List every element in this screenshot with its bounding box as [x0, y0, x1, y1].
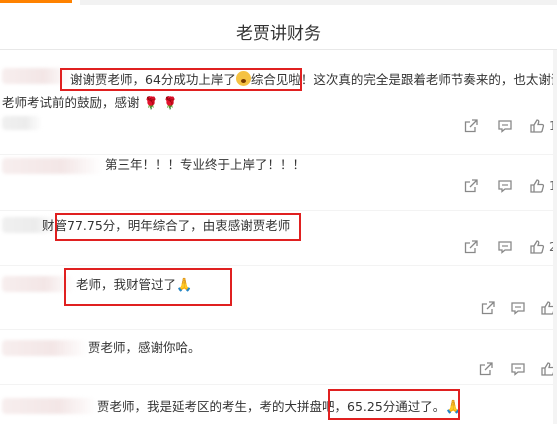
comment-text: 谢谢贾老师，64分成功上岸了 综合见啦！这次真的完全是跟着老师节奏来的，也太谢谢	[70, 71, 557, 89]
share-icon[interactable]	[463, 118, 479, 134]
like-icon[interactable]	[529, 178, 545, 194]
comment-text: 贾老师，我是延考区的考生，考的大拼盘吧，65.25分通过了。🙏	[97, 398, 461, 417]
comment-item: 第三年！！！专业终于上岸了！！！ 1	[0, 155, 557, 211]
share-icon[interactable]	[463, 178, 479, 194]
comment-item: 财管77.75分，明年综合了，由衷感谢贾老师 2	[0, 211, 557, 266]
comment-item: 贾老师，感谢你哈。	[0, 330, 557, 385]
pray-icon: 🙏	[445, 400, 462, 415]
comment-item: 谢谢贾老师，64分成功上岸了 综合见啦！这次真的完全是跟着老师节奏来的，也太谢谢 …	[0, 60, 557, 155]
comment-icon[interactable]	[497, 239, 513, 255]
page-header: 老贾讲财务	[0, 8, 557, 50]
like-icon[interactable]	[529, 118, 545, 134]
username-mask	[2, 398, 97, 414]
comment-icon[interactable]	[497, 178, 513, 194]
comment-icon[interactable]	[510, 300, 526, 316]
username-mask	[2, 68, 72, 84]
comment-text-part: 老师，我财管过了	[76, 277, 177, 292]
comment-item: 贾老师，我是延考区的考生，考的大拼盘吧，65.25分通过了。🙏	[0, 385, 557, 424]
emoji-face-icon	[235, 71, 251, 86]
comment-text-part: 综合见啦！这次真的完全是跟着老师节奏来的，也太谢谢	[250, 72, 557, 87]
share-icon[interactable]	[478, 361, 494, 377]
comment-text-line2: 老师考试前的鼓励，感谢 🌹 🌹	[2, 94, 177, 112]
comment-text-part: 谢谢贾老师，64分成功上岸了	[70, 72, 236, 87]
username-mask	[2, 276, 74, 292]
comment-text: 老师，我财管过了🙏	[76, 276, 192, 295]
comment-actions: 2	[463, 239, 557, 255]
top-strip	[80, 0, 557, 5]
rose-icon: 🌹	[162, 96, 178, 110]
comment-text-part: 贾老师，我是延考区的考生，考的大拼盘吧，65.25分通过了。	[97, 399, 446, 414]
pray-icon: 🙏	[176, 278, 193, 293]
comment-actions: 1	[463, 178, 557, 194]
accent-bar	[0, 0, 72, 3]
comment-actions	[478, 361, 557, 377]
comment-actions	[480, 300, 557, 316]
comment-text: 贾老师，感谢你哈。	[88, 340, 201, 355]
share-icon[interactable]	[480, 300, 496, 316]
reply-mask	[2, 116, 42, 130]
page-title: 老贾讲财务	[236, 24, 321, 44]
username-mask	[2, 158, 102, 174]
comment-actions: 1	[463, 118, 557, 134]
comment-icon[interactable]	[510, 361, 526, 377]
comment-text-part: 老师考试前的鼓励，感谢	[2, 95, 140, 110]
scrollbar[interactable]	[553, 50, 557, 424]
comment-text: 财管77.75分，明年综合了，由衷感谢贾老师	[42, 218, 291, 233]
comment-icon[interactable]	[497, 118, 513, 134]
comment-text: 第三年！！！专业终于上岸了！！！	[105, 157, 306, 172]
rose-icon: 🌹	[143, 96, 159, 110]
share-icon[interactable]	[463, 239, 479, 255]
comment-item: 老师，我财管过了🙏	[0, 266, 557, 330]
username-mask	[2, 340, 87, 356]
like-icon[interactable]	[529, 239, 545, 255]
